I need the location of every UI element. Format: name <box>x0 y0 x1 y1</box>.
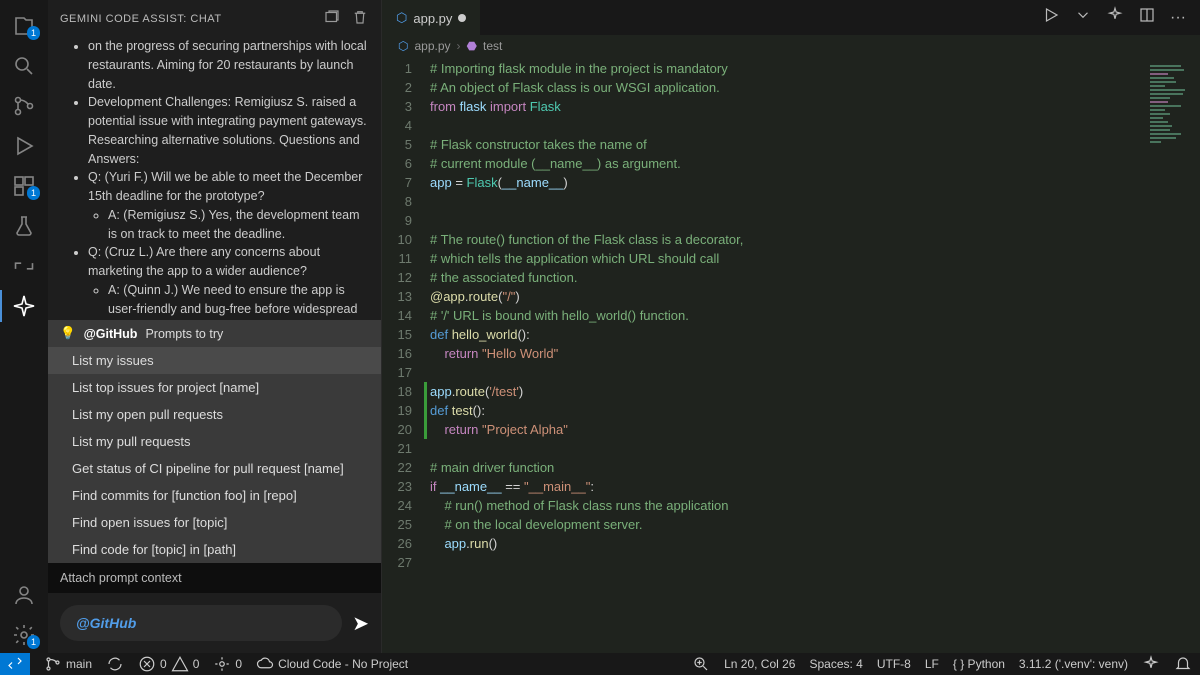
problems[interactable]: 0 0 <box>138 655 199 673</box>
remote-indicator[interactable] <box>0 653 30 675</box>
prompt-item[interactable]: List my pull requests <box>48 428 381 455</box>
breadcrumb-file: app.py <box>414 39 450 53</box>
gemini-icon[interactable] <box>12 294 36 318</box>
sync-status[interactable] <box>106 655 124 673</box>
python-file-icon: ⬡ <box>398 39 408 53</box>
chevron-right-icon: › <box>457 39 461 53</box>
send-button[interactable]: ➤ <box>352 611 369 636</box>
indentation[interactable]: Spaces: 4 <box>809 657 862 671</box>
breadcrumb[interactable]: ⬡ app.py › ⬣ test <box>382 35 1200 57</box>
prompt-item[interactable]: Find commits for [function foo] in [repo… <box>48 482 381 509</box>
sparkle-status-icon[interactable] <box>1142 655 1160 673</box>
chat-input-row: @GitHub ➤ <box>48 593 381 653</box>
panel-title-bar: GEMINI CODE ASSIST: CHAT <box>48 0 381 37</box>
sparkle-icon[interactable] <box>1106 6 1124 29</box>
prompt-item[interactable]: Find code for [topic] in [path] <box>48 536 381 563</box>
encoding[interactable]: UTF-8 <box>877 657 911 671</box>
code-content[interactable]: # Importing flask module in the project … <box>424 57 1200 653</box>
zoom-icon[interactable] <box>692 655 710 673</box>
prompts-label: Prompts to try <box>145 327 223 341</box>
cloud-code-icon[interactable] <box>12 254 36 278</box>
chat-answer: A: (Quinn J.) We need to ensure the app … <box>108 281 369 320</box>
chat-input[interactable]: @GitHub <box>60 605 342 641</box>
symbol-function-icon: ⬣ <box>467 39 477 53</box>
activity-bar: 1 1 1 <box>0 0 48 653</box>
tab-filename: app.py <box>413 11 452 26</box>
chat-bullet: Development Challenges: Remigiusz S. rai… <box>88 93 369 168</box>
unsaved-dot-icon <box>458 14 466 22</box>
more-icon[interactable]: ··· <box>1170 9 1186 27</box>
notifications-icon[interactable] <box>1174 655 1192 673</box>
prompts-header: 💡 @GitHub Prompts to try <box>48 320 381 347</box>
source-control-icon[interactable] <box>12 94 36 118</box>
language-mode[interactable]: { } Python <box>953 657 1005 671</box>
chat-bullet: Q: (Cruz L.) Are there any concerns abou… <box>88 243 369 320</box>
prompt-item[interactable]: List my open pull requests <box>48 401 381 428</box>
tab-bar: ⬡ app.py ··· <box>382 0 1200 35</box>
chevron-down-icon[interactable] <box>1074 6 1092 29</box>
attach-context-button[interactable]: Attach prompt context <box>48 563 381 593</box>
trash-icon[interactable] <box>351 8 369 29</box>
settings-gear-icon[interactable]: 1 <box>12 623 36 647</box>
git-branch[interactable]: main <box>44 655 92 673</box>
tab-app-py[interactable]: ⬡ app.py <box>382 0 480 35</box>
extensions-icon[interactable]: 1 <box>12 174 36 198</box>
testing-icon[interactable] <box>12 214 36 238</box>
panel-title: GEMINI CODE ASSIST: CHAT <box>60 13 222 25</box>
new-window-icon[interactable] <box>323 8 341 29</box>
lightbulb-icon: 💡 <box>60 326 76 341</box>
search-icon[interactable] <box>12 54 36 78</box>
python-file-icon: ⬡ <box>396 10 407 26</box>
prompt-item[interactable]: List top issues for project [name] <box>48 374 381 401</box>
code-area[interactable]: 1234567891011121314151617181920212223242… <box>382 57 1200 653</box>
chat-bullet: on the progress of securing partnerships… <box>88 37 369 93</box>
ports[interactable]: 0 <box>213 655 242 673</box>
chat-answer: A: (Remigiusz S.) Yes, the development t… <box>108 206 369 244</box>
chat-bullet: Q: (Yuri F.) Will we be able to meet the… <box>88 168 369 243</box>
chat-side-panel: GEMINI CODE ASSIST: CHAT on the progress… <box>48 0 382 653</box>
github-mention: @GitHub <box>84 327 138 341</box>
cloud-code-status[interactable]: Cloud Code - No Project <box>256 655 408 673</box>
explorer-icon[interactable]: 1 <box>12 14 36 38</box>
run-icon[interactable] <box>1042 6 1060 29</box>
account-icon[interactable] <box>12 583 36 607</box>
eol[interactable]: LF <box>925 657 939 671</box>
chat-messages: on the progress of securing partnerships… <box>48 37 381 320</box>
run-debug-icon[interactable] <box>12 134 36 158</box>
breadcrumb-symbol: test <box>483 39 502 53</box>
cursor-position[interactable]: Ln 20, Col 26 <box>724 657 795 671</box>
python-interpreter[interactable]: 3.11.2 ('.venv': venv) <box>1019 657 1128 671</box>
prompt-item[interactable]: Get status of CI pipeline for pull reque… <box>48 455 381 482</box>
minimap[interactable] <box>1144 57 1200 653</box>
prompt-list: List my issuesList top issues for projec… <box>48 347 381 563</box>
prompt-item[interactable]: Find open issues for [topic] <box>48 509 381 536</box>
status-bar: main 0 0 0 Cloud Code - No Project Ln 20… <box>0 653 1200 675</box>
editor-area: ⬡ app.py ··· ⬡ app.py › ⬣ test 123456789… <box>382 0 1200 653</box>
split-editor-icon[interactable] <box>1138 6 1156 29</box>
prompt-item[interactable]: List my issues <box>48 347 381 374</box>
line-gutter: 1234567891011121314151617181920212223242… <box>382 57 424 653</box>
